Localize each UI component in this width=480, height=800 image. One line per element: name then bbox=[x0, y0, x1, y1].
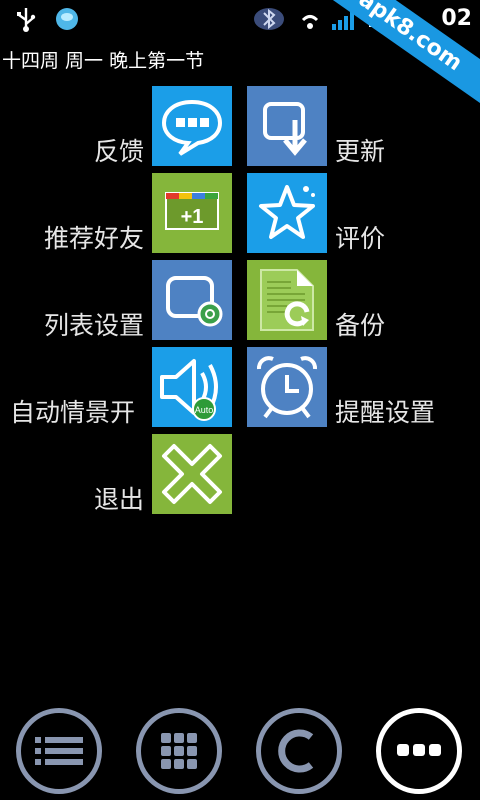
backup-label: 备份 bbox=[335, 311, 386, 340]
star-icon bbox=[259, 185, 315, 239]
list-settings-icon bbox=[166, 276, 223, 327]
clock: 02 bbox=[441, 6, 472, 31]
rate-button[interactable] bbox=[247, 173, 327, 253]
list-settings-label: 列表设置 bbox=[43, 311, 144, 340]
nav-grid-button[interactable] bbox=[136, 708, 222, 794]
usb-icon bbox=[17, 8, 36, 32]
app-notification-icon bbox=[56, 8, 78, 30]
alarm-clock-icon bbox=[257, 356, 317, 419]
list-icon bbox=[35, 737, 83, 765]
backup-button[interactable] bbox=[247, 260, 327, 340]
auto-mode-button[interactable]: Auto bbox=[152, 347, 232, 427]
more-icon bbox=[397, 744, 441, 756]
feedback-label: 反馈 bbox=[93, 137, 144, 166]
wifi-icon bbox=[301, 15, 319, 29]
exit-label: 退出 bbox=[93, 485, 144, 514]
recommend-label: 推荐好友 bbox=[43, 224, 144, 253]
rate-label: 评价 bbox=[335, 224, 386, 253]
grid-icon bbox=[161, 733, 197, 769]
plus-one-text: +1 bbox=[181, 206, 204, 228]
reminder-settings-label: 提醒设置 bbox=[335, 398, 436, 427]
plus-one-icon: +1 bbox=[165, 192, 219, 230]
feedback-button[interactable] bbox=[152, 86, 232, 166]
download-icon bbox=[263, 102, 307, 156]
update-button[interactable] bbox=[247, 86, 327, 166]
speaker-icon: Auto bbox=[160, 359, 218, 421]
reminder-settings-button[interactable] bbox=[247, 347, 327, 427]
backup-document-icon bbox=[260, 269, 314, 331]
exit-button[interactable] bbox=[152, 434, 232, 514]
update-label: 更新 bbox=[335, 137, 386, 166]
chat-bubble-icon bbox=[161, 99, 223, 156]
status-bar: 02 apk8.com bbox=[0, 0, 480, 110]
auto-mode-label: 自动情景开 bbox=[10, 398, 136, 427]
close-icon bbox=[162, 444, 222, 504]
auto-badge-text: Auto bbox=[195, 405, 214, 415]
nav-copyright-button[interactable] bbox=[256, 708, 342, 794]
copyright-icon bbox=[278, 729, 314, 773]
current-class-period: 十四周 周一 晚上第一节 bbox=[2, 50, 205, 72]
list-settings-button[interactable] bbox=[152, 260, 232, 340]
recommend-button[interactable]: +1 bbox=[152, 173, 232, 253]
nav-list-button[interactable] bbox=[16, 708, 102, 794]
nav-more-button[interactable] bbox=[376, 708, 462, 794]
bluetooth-icon bbox=[254, 8, 284, 30]
